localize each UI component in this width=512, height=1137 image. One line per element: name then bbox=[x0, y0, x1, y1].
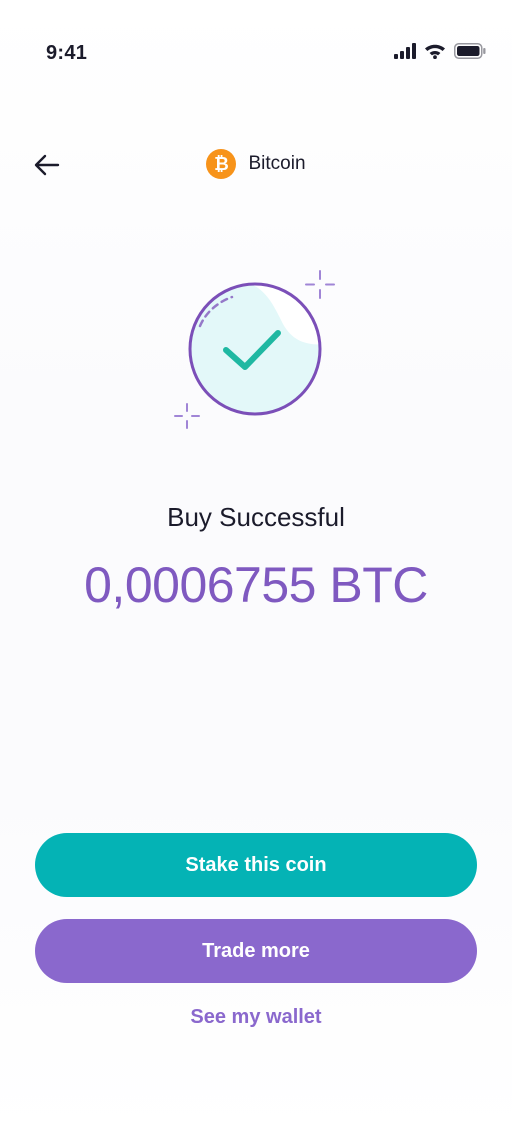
coin-name: Bitcoin bbox=[248, 153, 306, 174]
check-circle-icon bbox=[168, 264, 344, 434]
wifi-icon bbox=[424, 43, 446, 64]
stake-coin-button[interactable]: Stake this coin bbox=[35, 833, 477, 897]
battery-icon bbox=[454, 43, 486, 64]
status-time: 9:41 bbox=[46, 42, 88, 64]
bitcoin-icon: ₿ bbox=[206, 149, 237, 179]
purchased-amount: 0,0006755 BTC bbox=[84, 557, 428, 613]
trade-more-button[interactable]: Trade more bbox=[35, 919, 477, 983]
signal-icon bbox=[394, 43, 416, 64]
success-title: Buy Successful bbox=[167, 502, 345, 532]
status-icons bbox=[394, 43, 486, 64]
coin-header: ₿ Bitcoin bbox=[0, 146, 512, 182]
status-bar: 9:41 bbox=[0, 0, 512, 108]
success-screen: 9:41 ₿ Bitcoin Buy Successful 0,0006755 … bbox=[0, 0, 512, 1137]
stake-coin-label: Stake this coin bbox=[185, 853, 327, 876]
see-wallet-link[interactable]: See my wallet bbox=[0, 1006, 512, 1029]
trade-more-label: Trade more bbox=[202, 939, 310, 962]
